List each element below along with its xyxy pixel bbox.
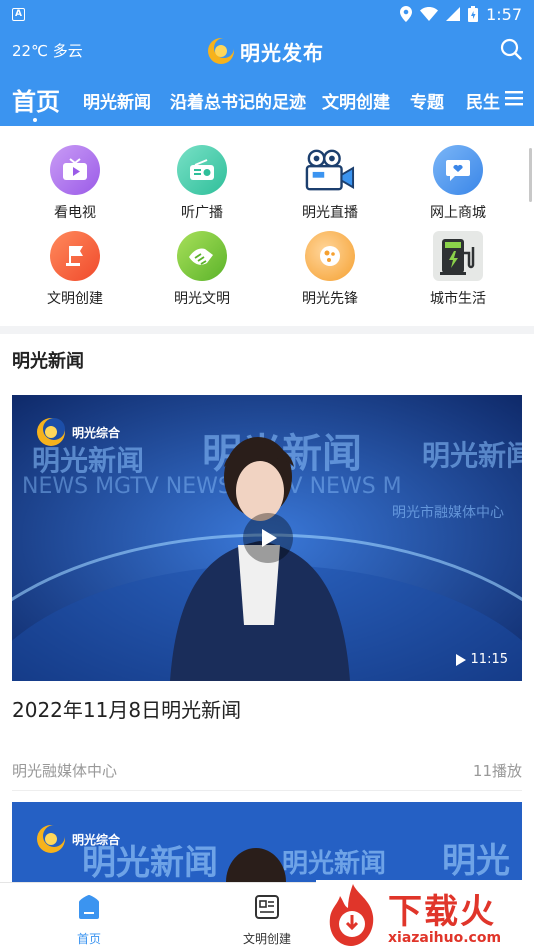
grid-label: 明光直播	[302, 205, 358, 221]
home-icon	[79, 895, 99, 919]
grid-item-city-life[interactable]: 城市生活	[408, 231, 508, 308]
bottom-tab-civilization[interactable]: 文明创建	[227, 893, 307, 947]
document-icon	[255, 895, 279, 919]
bg-sub-text: NEWS MGTV NEWS MGTV NEWS M	[22, 474, 402, 499]
shop-heart-icon	[433, 145, 483, 195]
video-camera-icon	[305, 145, 355, 195]
tab-civilization[interactable]: 文明创建	[322, 88, 390, 113]
bottom-tab-label: 首页	[76, 932, 101, 946]
grid-label: 城市生活	[430, 291, 486, 307]
tab-mingguang-news[interactable]: 明光新闻	[83, 88, 151, 113]
tv-icon	[50, 145, 100, 195]
section-divider	[0, 326, 534, 334]
bottom-tab-label: 文明创建	[242, 932, 291, 946]
watermark-text: 下载火	[388, 892, 496, 932]
grid-label: 文明创建	[47, 291, 103, 307]
bg-news-text: 明光	[442, 841, 510, 881]
bg-center-text: 明光市融媒体中心	[392, 504, 504, 521]
play-count: 11播放	[472, 762, 522, 780]
grid-item-pioneer[interactable]: 明光先锋	[280, 231, 380, 308]
news-title[interactable]: 2022年11月8日明光新闻	[12, 694, 241, 723]
wifi-icon	[420, 7, 439, 21]
app-badge-icon: A	[12, 7, 25, 21]
radio-icon	[177, 145, 227, 195]
grid-item-shop[interactable]: 网上商城	[408, 145, 508, 222]
grid-item-tv[interactable]: 看电视	[25, 145, 125, 222]
menu-icon[interactable]	[504, 88, 524, 108]
location-icon	[400, 6, 413, 22]
watermark: 下载火 xiazaihuo.com	[316, 880, 534, 950]
video-card[interactable]: 明光新闻 明光新闻 明光新闻 NEWS MGTV NEWS MGTV NEWS …	[12, 395, 522, 681]
grid-item-mingguang-civilization[interactable]: 明光文明	[152, 231, 252, 308]
handshake-icon	[177, 231, 227, 281]
duration-text: 11:15	[470, 652, 508, 667]
grid-item-live[interactable]: 明光直播	[280, 145, 380, 222]
section-title: 明光新闻	[12, 351, 84, 372]
bg-news-text: 明光新闻	[422, 439, 522, 472]
grid-label: 听广播	[181, 205, 223, 221]
charging-station-icon	[433, 231, 483, 281]
app-header: 22℃ 多云 明光发布	[0, 28, 534, 74]
channel-tabs: 首页 明光新闻 沿着总书记的足迹 文明创建 专题 民生	[0, 74, 534, 126]
bottom-tab-home[interactable]: 首页	[49, 893, 129, 947]
video-card[interactable]: 明光新闻 明光新闻 明光 明光综合	[12, 802, 522, 882]
weather-text: 22℃ 多云	[12, 42, 83, 60]
video-duration: 11:15	[455, 652, 508, 667]
grid-label: 明光先锋	[302, 291, 358, 307]
service-grid: 看电视 听广播 明光直播 网上商城 文明创建 明光文明 明光先锋 城市生活	[0, 126, 534, 326]
status-bar: A 1:57	[0, 0, 534, 28]
grid-item-civilization[interactable]: 文明创建	[25, 231, 125, 308]
channel-name: 明光综合	[72, 425, 121, 440]
tab-livelihood[interactable]: 民生	[466, 88, 500, 113]
grid-label: 看电视	[54, 205, 96, 221]
brand: 明光发布	[206, 36, 324, 66]
channel-logo-icon	[37, 825, 65, 853]
channel-name: 明光综合	[72, 832, 121, 847]
flame-logo-icon	[329, 884, 374, 946]
brand-logo-icon	[208, 38, 234, 64]
flag-icon	[50, 231, 100, 281]
tab-home[interactable]: 首页	[12, 82, 60, 117]
bg-news-text: 明光新闻	[282, 848, 386, 879]
news-source: 明光融媒体中心	[12, 762, 118, 780]
grid-label: 明光文明	[174, 291, 230, 307]
tab-footsteps[interactable]: 沿着总书记的足迹	[170, 88, 306, 113]
channel-logo: 明光综合	[34, 415, 120, 449]
channel-logo-icon	[37, 418, 65, 446]
scrollbar-thumb[interactable]	[529, 148, 532, 202]
grid-item-radio[interactable]: 听广播	[152, 145, 252, 222]
brand-title: 明光发布	[240, 40, 324, 65]
item-divider	[12, 790, 522, 791]
play-small-icon	[455, 653, 466, 666]
watermark-sub: xiazaihuo.com	[388, 930, 502, 946]
active-tab-indicator	[33, 118, 37, 122]
search-icon[interactable]	[500, 38, 522, 60]
play-button[interactable]	[243, 513, 293, 563]
pioneer-icon	[305, 231, 355, 281]
signal-icon	[446, 7, 461, 21]
grid-label: 网上商城	[430, 205, 486, 221]
battery-icon	[468, 6, 479, 22]
play-icon	[262, 529, 277, 547]
channel-logo: 明光综合	[34, 822, 120, 856]
tab-special[interactable]: 专题	[410, 88, 444, 113]
clock: 1:57	[486, 4, 522, 24]
